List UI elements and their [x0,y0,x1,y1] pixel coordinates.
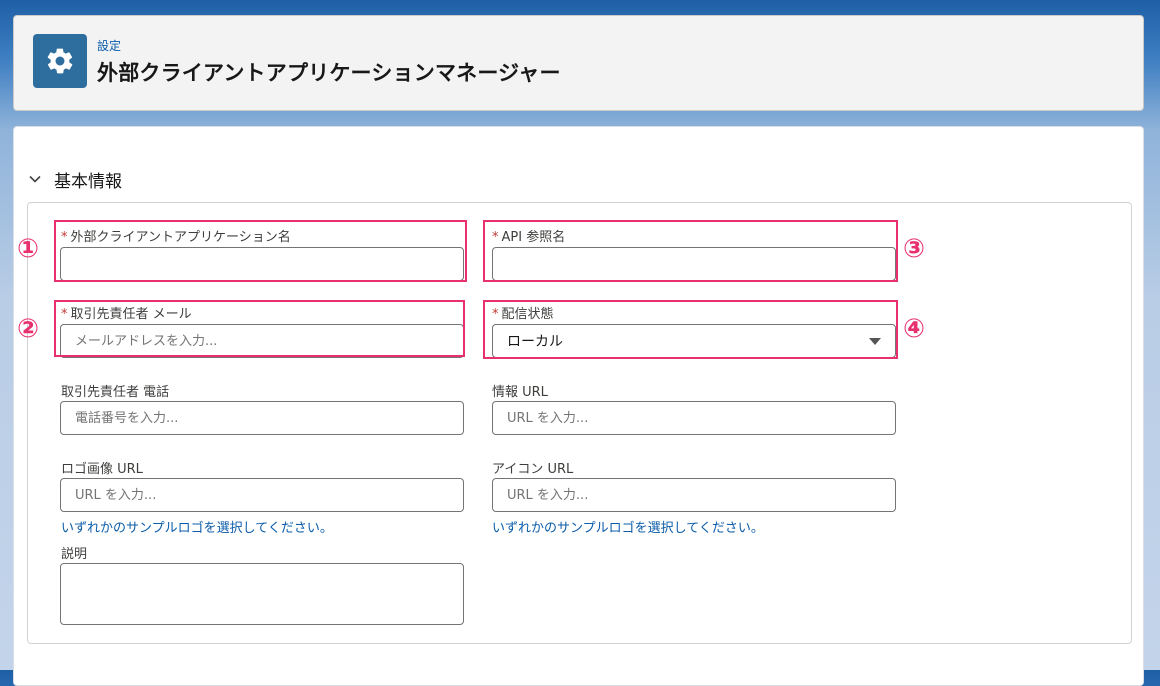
info-url-label: 情報 URL [492,385,548,400]
logo-url-label: ロゴ画像 URL [61,462,143,477]
contact-phone-input[interactable] [60,401,464,435]
icon-url-input[interactable] [492,478,896,512]
page-header: 設定 外部クライアントアプリケーションマネージャー [13,15,1144,111]
main-card: 基本情報 * 外部クライアントアプリケーション名 * API 参照名 * 取引先責任者… [13,126,1144,686]
breadcrumb[interactable]: 設定 [97,37,121,54]
section-toggle-basic-info[interactable]: 基本情報 [28,165,122,193]
section-body: * 外部クライアントアプリケーション名 * API 参照名 * 取引先責任者 メール … [27,202,1132,644]
contact-phone-label: 取引先責任者 電話 [61,385,170,400]
icon-url-label: アイコン URL [492,462,574,477]
page-title: 外部クライアントアプリケーションマネージャー [97,61,561,85]
logo-url-input[interactable] [60,478,464,512]
logo-sample-link[interactable]: いずれかのサンプルロゴを選択してください。 [61,517,333,536]
description-textarea[interactable] [60,563,464,625]
chevron-down-icon [29,175,41,183]
highlight-box-4 [483,300,898,359]
highlight-box-2 [54,300,465,357]
description-label: 説明 [61,547,88,562]
info-url-input[interactable] [492,401,896,435]
section-title: 基本情報 [54,171,122,192]
highlight-box-3 [483,220,898,282]
annotation-marker-3: ③ [903,234,926,264]
annotation-marker-4: ④ [903,314,926,344]
gear-icon [33,34,87,88]
icon-sample-link[interactable]: いずれかのサンプルロゴを選択してください。 [492,517,764,536]
highlight-box-1 [54,220,467,282]
annotation-marker-1: ① [17,234,40,264]
annotation-marker-2: ② [17,314,40,344]
